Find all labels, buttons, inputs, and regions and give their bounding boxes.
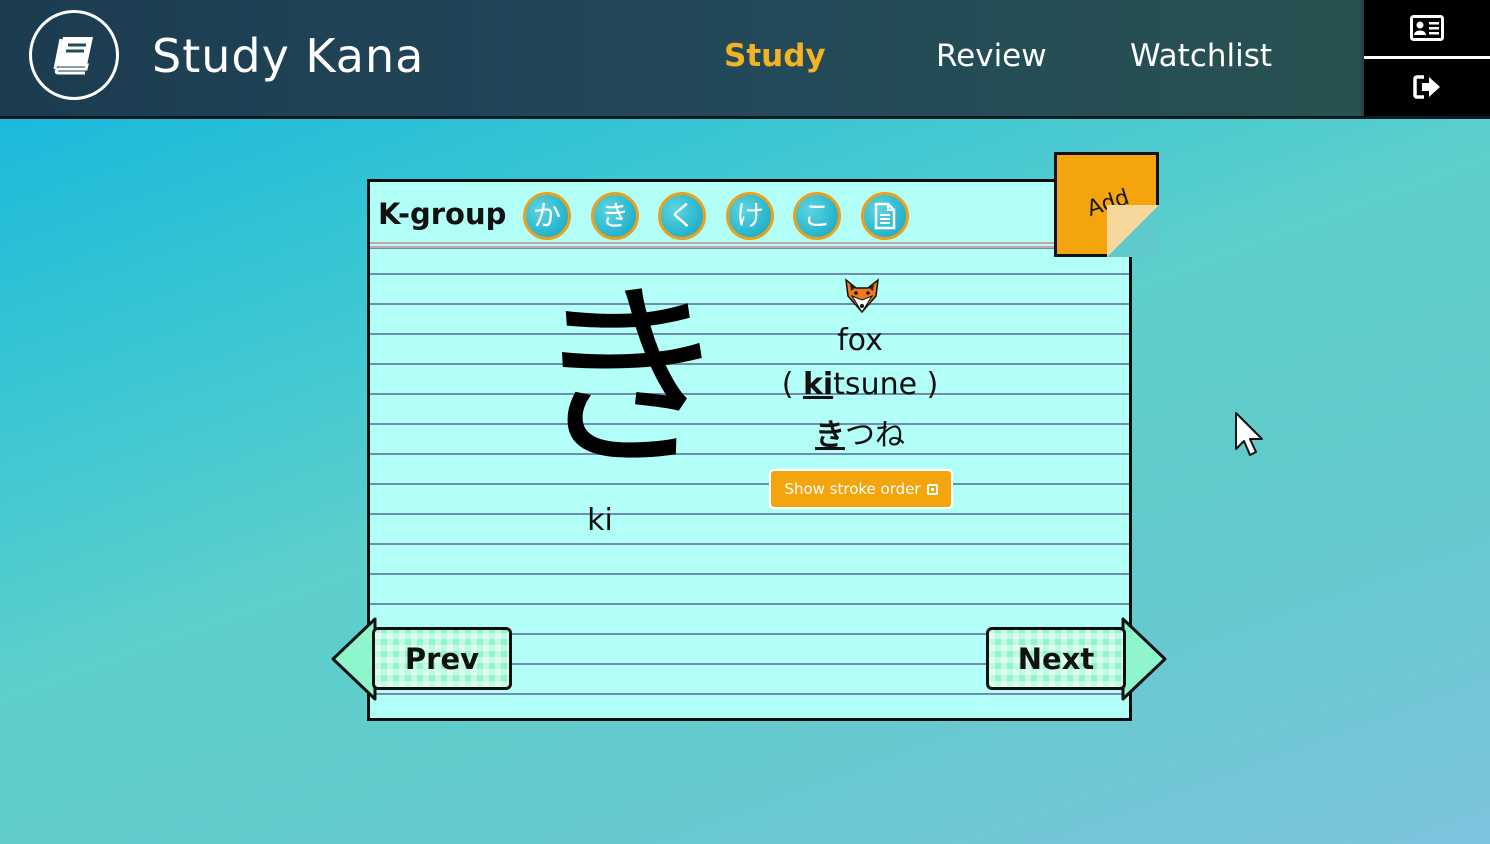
profile-card-icon	[1410, 15, 1444, 41]
kana-chip-ki[interactable]: き	[591, 192, 639, 240]
logo[interactable]	[29, 10, 119, 100]
kana-chip-ko[interactable]: こ	[793, 192, 841, 240]
profile-button[interactable]	[1364, 0, 1490, 59]
sticky-fold	[1107, 205, 1159, 257]
expand-icon	[926, 483, 938, 495]
show-stroke-order-button[interactable]: Show stroke order	[769, 469, 953, 509]
kana-character: き	[530, 263, 731, 496]
list-button[interactable]	[861, 192, 909, 240]
logout-icon	[1413, 75, 1440, 99]
nav-study[interactable]: Study	[724, 36, 826, 76]
fox-icon	[845, 278, 879, 314]
kana-chip-ka[interactable]: か	[523, 192, 571, 240]
kana-word-highlight: き	[815, 418, 845, 453]
next-button[interactable]: Next	[986, 627, 1126, 690]
nav-watchlist[interactable]: Watchlist	[1130, 36, 1272, 76]
kana-chip-ke[interactable]: け	[726, 192, 774, 240]
app-title: Study Kana	[152, 29, 425, 83]
side-buttons	[1361, 0, 1490, 116]
mouse-cursor-icon	[1235, 412, 1263, 456]
book-icon	[53, 37, 93, 75]
nav-review[interactable]: Review	[936, 36, 1047, 76]
word-reading: ( kitsune )	[781, 367, 939, 402]
app-header: Study Kana Study Review Watchlist	[0, 0, 1490, 119]
group-label: K-group	[378, 197, 507, 231]
reading-highlight: ki	[802, 367, 834, 402]
logout-button[interactable]	[1364, 59, 1490, 115]
prev-button[interactable]: Prev	[372, 627, 512, 690]
word-kana: きつね	[815, 418, 905, 453]
word-meaning: fox	[837, 323, 883, 358]
add-sticky-note[interactable]: Add	[1054, 152, 1159, 257]
romaji-label: ki	[587, 503, 613, 538]
kana-chip-ku[interactable]: く	[658, 192, 706, 240]
document-icon	[874, 202, 896, 230]
card-header: K-group か き く け こ	[370, 182, 1129, 248]
